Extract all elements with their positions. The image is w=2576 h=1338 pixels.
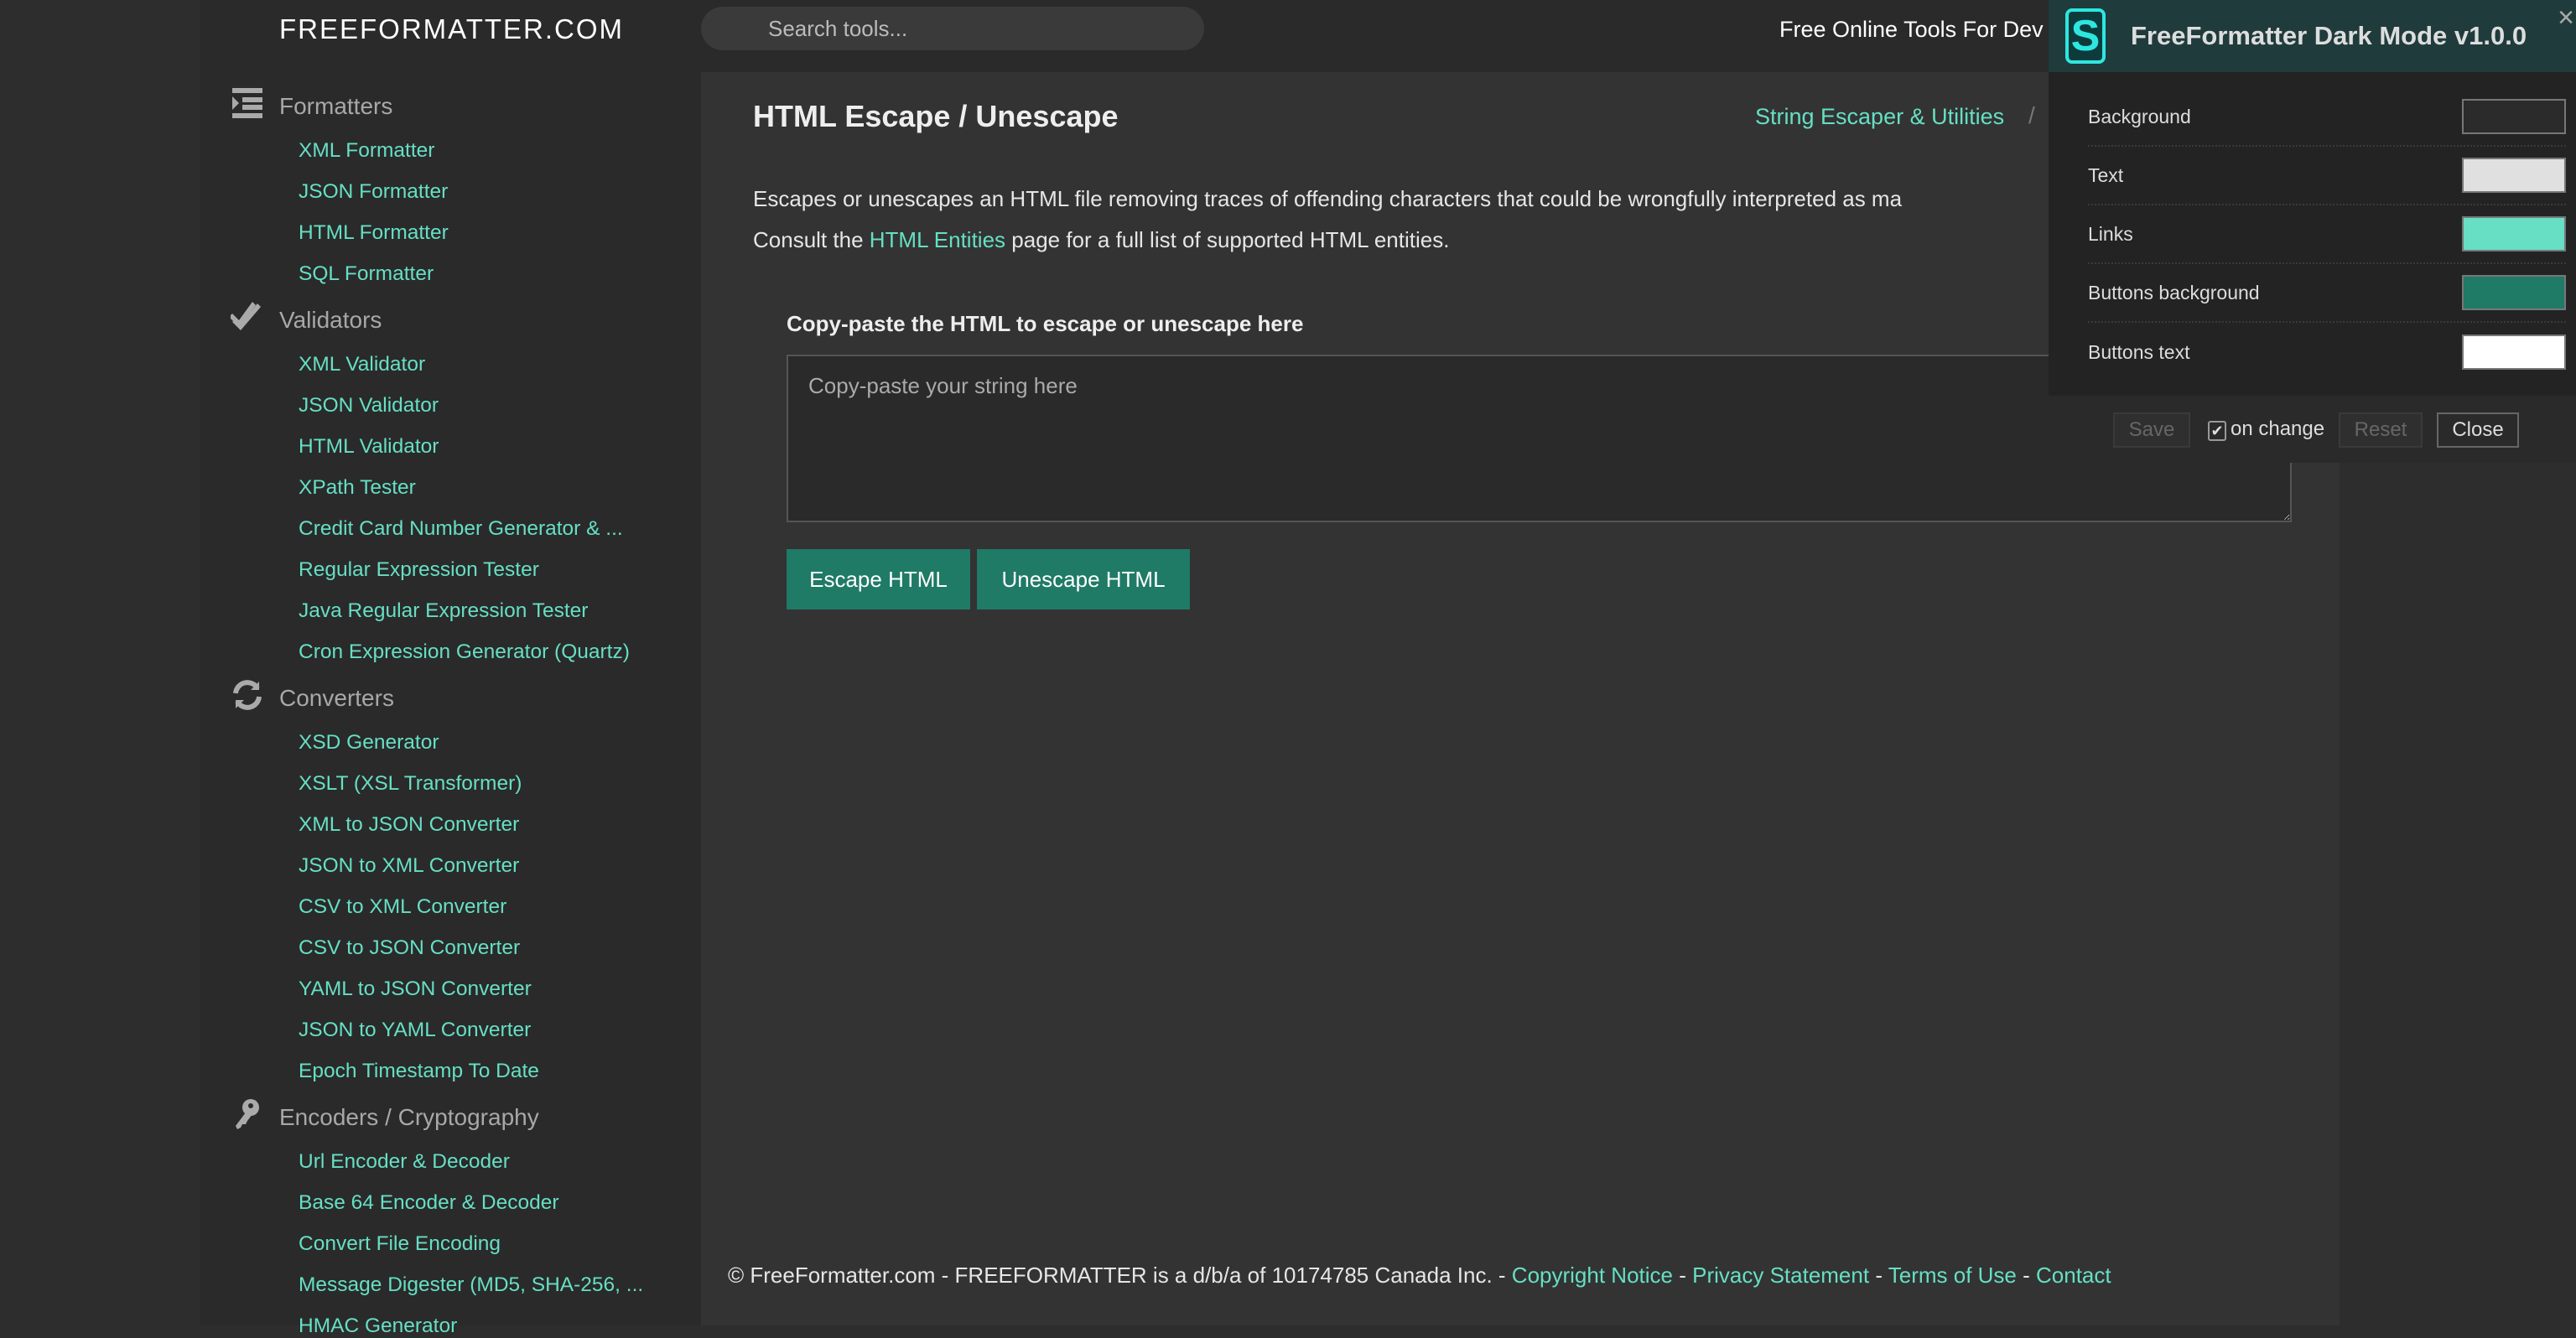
sidebar-item[interactable]: Epoch Timestamp To Date bbox=[299, 1060, 539, 1083]
sidebar: Formatters XML Formatter JSON Formatter HTM… bbox=[200, 72, 701, 1337]
html-entities-link[interactable]: HTML Entities bbox=[870, 227, 1005, 252]
sidebar-section-3: Encoders / Cryptography bbox=[231, 1097, 539, 1137]
key-icon bbox=[231, 1097, 264, 1137]
sidebar-item[interactable]: HTML Validator bbox=[299, 435, 439, 459]
sidebar-item[interactable]: Cron Expression Generator (Quartz) bbox=[299, 640, 630, 664]
sidebar-item[interactable]: XSLT (XSL Transformer) bbox=[299, 772, 522, 796]
sidebar-item[interactable]: XML Formatter bbox=[299, 139, 434, 163]
sidebar-section-0: Formatters bbox=[231, 86, 392, 126]
color-swatch[interactable] bbox=[2462, 158, 2566, 193]
sidebar-item[interactable]: CSV to XML Converter bbox=[299, 895, 506, 919]
sidebar-item[interactable]: HMAC Generator bbox=[299, 1315, 457, 1338]
sidebar-section-2: Converters bbox=[231, 678, 394, 718]
setting-label: Buttons text bbox=[2088, 340, 2190, 363]
close-button[interactable]: Close bbox=[2437, 412, 2519, 448]
reset-button[interactable]: Reset bbox=[2339, 412, 2423, 448]
setting-label: Buttons background bbox=[2088, 281, 2260, 303]
setting-row: Background bbox=[2088, 88, 2566, 147]
unescape-html-button[interactable]: Unescape HTML bbox=[977, 549, 1190, 609]
breadcrumb-link[interactable]: String Escaper & Utilities bbox=[1755, 104, 2004, 130]
sidebar-item[interactable]: XML Validator bbox=[299, 353, 425, 376]
sidebar-item[interactable]: SQL Formatter bbox=[299, 262, 434, 286]
sidebar-item[interactable]: Java Regular Expression Tester bbox=[299, 599, 588, 623]
tagline: Free Online Tools For Dev bbox=[1779, 17, 2044, 42]
setting-label: Links bbox=[2088, 222, 2133, 245]
footer-separator: - bbox=[1869, 1263, 1888, 1288]
save-button[interactable]: Save bbox=[2113, 412, 2190, 448]
sidebar-item[interactable]: XML to JSON Converter bbox=[299, 813, 519, 837]
setting-label: Text bbox=[2088, 163, 2124, 186]
sidebar-item[interactable]: Convert File Encoding bbox=[299, 1232, 501, 1256]
sidebar-section-title: Validators bbox=[279, 306, 382, 333]
footer-text: © FreeFormatter.com - FREEFORMATTER is a… bbox=[728, 1263, 1512, 1288]
setting-row: Buttons text bbox=[2088, 323, 2566, 381]
sidebar-item[interactable]: Credit Card Number Generator & ... bbox=[299, 517, 623, 541]
footer-separator: - bbox=[2016, 1263, 2036, 1288]
consult-suffix: page for a full list of supported HTML e… bbox=[1005, 227, 1450, 252]
on-change-checkbox[interactable]: ✔ bbox=[2208, 421, 2226, 441]
panel-title: FreeFormatter Dark Mode v1.0.0 bbox=[2131, 21, 2527, 50]
panel-header: S FreeFormatter Dark Mode v1.0.0 bbox=[2049, 0, 2576, 72]
escape-html-button[interactable]: Escape HTML bbox=[787, 549, 970, 609]
footer-link[interactable]: Privacy Statement bbox=[1692, 1263, 1869, 1288]
footer-link[interactable]: Terms of Use bbox=[1888, 1263, 2017, 1288]
color-swatch[interactable] bbox=[2462, 275, 2566, 310]
sidebar-section-title: Converters bbox=[279, 684, 394, 711]
panel-actions: Save ✔ on change Reset Close bbox=[2049, 396, 2576, 463]
color-swatch[interactable] bbox=[2462, 216, 2566, 252]
description: Escapes or unescapes an HTML file removi… bbox=[753, 186, 1903, 211]
footer-link[interactable]: Contact bbox=[2036, 1263, 2111, 1288]
sidebar-item[interactable]: HTML Formatter bbox=[299, 221, 449, 245]
site-logo[interactable]: FREEFORMATTER.COM bbox=[279, 13, 624, 45]
sidebar-item[interactable]: JSON to YAML Converter bbox=[299, 1019, 531, 1042]
sidebar-item[interactable]: Regular Expression Tester bbox=[299, 558, 539, 582]
on-change-label: on change bbox=[2231, 417, 2325, 440]
footer-separator: - bbox=[1673, 1263, 1693, 1288]
sidebar-item[interactable]: XSD Generator bbox=[299, 731, 439, 755]
refresh-icon bbox=[231, 678, 264, 718]
sidebar-item[interactable]: Url Encoder & Decoder bbox=[299, 1150, 510, 1174]
footer-link[interactable]: Copyright Notice bbox=[1512, 1263, 1673, 1288]
indent-icon bbox=[231, 86, 264, 126]
dark-mode-panel: S FreeFormatter Dark Mode v1.0.0 × Backg… bbox=[2049, 0, 2576, 396]
sidebar-item[interactable]: XPath Tester bbox=[299, 476, 416, 500]
page-title: HTML Escape / Unescape bbox=[753, 99, 1119, 133]
sidebar-section-title: Encoders / Cryptography bbox=[279, 1103, 539, 1130]
search-input[interactable] bbox=[701, 7, 1204, 50]
setting-label: Background bbox=[2088, 105, 2191, 127]
close-icon[interactable]: × bbox=[2558, 2, 2574, 34]
color-swatch[interactable] bbox=[2462, 99, 2566, 134]
color-swatch[interactable] bbox=[2462, 334, 2566, 370]
consult-text: Consult the HTML Entities page for a ful… bbox=[753, 227, 1449, 253]
sidebar-item[interactable]: JSON Formatter bbox=[299, 180, 448, 204]
sidebar-item[interactable]: JSON Validator bbox=[299, 394, 439, 417]
sidebar-item[interactable]: CSV to JSON Converter bbox=[299, 936, 520, 960]
setting-row: Buttons background bbox=[2088, 264, 2566, 323]
setting-row: Text bbox=[2088, 147, 2566, 205]
extension-logo-icon: S bbox=[2065, 8, 2106, 64]
double-check-icon bbox=[229, 300, 264, 340]
breadcrumb-separator: / bbox=[2028, 102, 2035, 128]
sidebar-section-1: Validators bbox=[229, 300, 382, 340]
footer: © FreeFormatter.com - FREEFORMATTER is a… bbox=[728, 1263, 2111, 1289]
consult-prefix: Consult the bbox=[753, 227, 870, 252]
sidebar-section-title: Formatters bbox=[279, 92, 393, 119]
sidebar-item[interactable]: Message Digester (MD5, SHA-256, ... bbox=[299, 1273, 643, 1297]
sidebar-item[interactable]: JSON to XML Converter bbox=[299, 854, 519, 878]
setting-row: Links bbox=[2088, 205, 2566, 264]
sidebar-item[interactable]: YAML to JSON Converter bbox=[299, 978, 532, 1001]
sidebar-item[interactable]: Base 64 Encoder & Decoder bbox=[299, 1191, 559, 1215]
input-label: Copy-paste the HTML to escape or unescap… bbox=[787, 311, 1304, 336]
